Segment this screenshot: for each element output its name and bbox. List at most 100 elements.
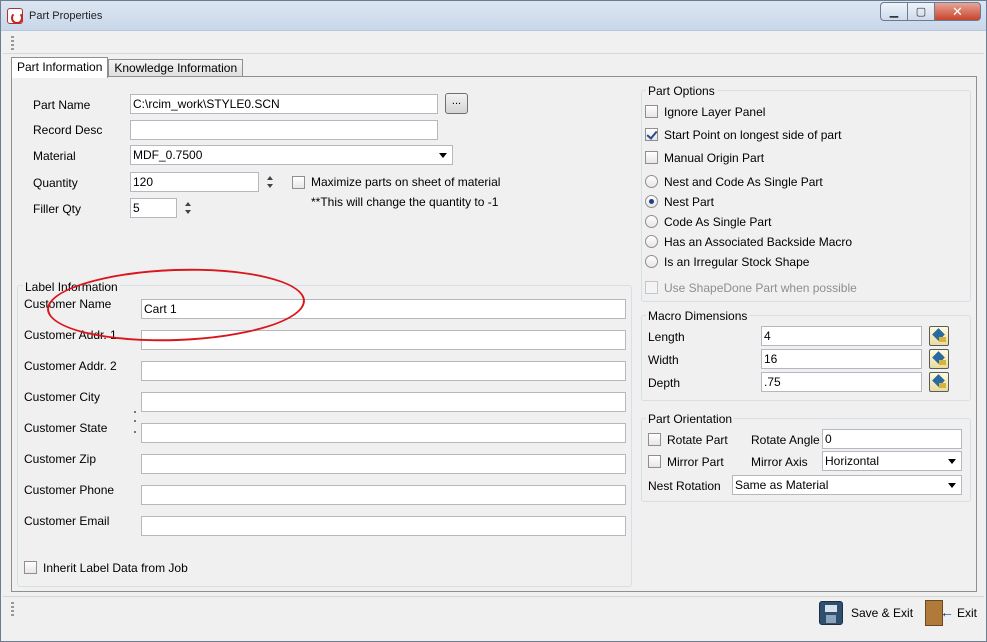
mirror-axis-selected-value: Horizontal xyxy=(825,454,880,468)
tab-part-information[interactable]: Part Information xyxy=(11,57,109,78)
pick-dimension-icon[interactable] xyxy=(929,372,949,392)
material-select[interactable]: MDF_0.7500 xyxy=(130,145,453,165)
part-name-label: Part Name xyxy=(33,98,91,112)
grip-handle-icon[interactable] xyxy=(11,602,14,618)
customer-state-input[interactable] xyxy=(141,423,626,443)
shapedone-label: Use ShapeDone Part when possible xyxy=(664,281,857,295)
action-bar: Save & Exit Exit xyxy=(3,596,984,641)
customer-addr2-input[interactable] xyxy=(141,361,626,381)
customer-zip-label: Customer Zip xyxy=(24,452,97,466)
filler-qty-input[interactable]: 5 xyxy=(130,198,177,218)
save-exit-button[interactable]: Save & Exit xyxy=(819,601,913,625)
customer-phone-input[interactable] xyxy=(141,485,626,505)
nest-rotation-select[interactable]: Same as Material xyxy=(732,475,962,495)
tab-strip: Part Information Knowledge Information xyxy=(11,57,244,78)
macro-dimensions-title: Macro Dimensions xyxy=(646,309,750,323)
mirror-part-checkbox[interactable] xyxy=(648,455,661,468)
inherit-label-text: Inherit Label Data from Job xyxy=(43,561,188,575)
nest-rotation-selected-value: Same as Material xyxy=(735,478,829,492)
title-bar[interactable]: Part Properties ▁ ▢ ✕ xyxy=(1,1,986,31)
start-point-label: Start Point on longest side of part xyxy=(664,128,842,142)
stepper-up-icon[interactable] xyxy=(267,176,273,180)
rotate-part-label: Rotate Part xyxy=(667,433,728,447)
customer-zip-input[interactable] xyxy=(141,454,626,474)
customer-city-label: Customer City xyxy=(24,390,101,404)
width-input[interactable]: 16 xyxy=(761,349,922,369)
manual-origin-checkbox[interactable] xyxy=(645,151,658,164)
toolstrip xyxy=(3,32,984,54)
filler-qty-label: Filler Qty xyxy=(33,202,81,216)
backside-macro-radio[interactable] xyxy=(645,235,658,248)
window-title: Part Properties xyxy=(29,10,103,22)
minimize-button[interactable]: ▁ xyxy=(880,2,907,21)
customer-state-label: Customer State xyxy=(24,421,108,435)
customer-phone-label: Customer Phone xyxy=(24,483,115,497)
backside-macro-label: Has an Associated Backside Macro xyxy=(664,235,853,249)
quantity-stepper[interactable] xyxy=(265,172,277,192)
grip-handle-icon[interactable] xyxy=(11,36,14,50)
maximize-note: **This will change the quantity to -1 xyxy=(311,195,499,209)
save-icon xyxy=(819,601,843,625)
record-desc-input[interactable] xyxy=(130,120,438,140)
chevron-down-icon xyxy=(948,459,956,464)
quantity-input[interactable]: 120 xyxy=(130,172,259,192)
material-selected-value: MDF_0.7500 xyxy=(133,148,203,162)
maximize-parts-label: Maximize parts on sheet of material xyxy=(311,175,501,189)
decorative-dot xyxy=(134,420,136,422)
chevron-down-icon xyxy=(948,483,956,488)
ignore-layer-checkbox[interactable] xyxy=(645,105,658,118)
code-single-radio[interactable] xyxy=(645,215,658,228)
width-label: Width xyxy=(648,353,679,367)
quantity-label: Quantity xyxy=(33,176,78,190)
decorative-dot xyxy=(134,431,136,433)
maximize-parts-checkbox[interactable] xyxy=(292,176,305,189)
material-label: Material xyxy=(33,149,76,163)
app-icon xyxy=(7,8,23,24)
customer-email-input[interactable] xyxy=(141,516,626,536)
save-exit-label: Save & Exit xyxy=(851,606,914,620)
irregular-stock-radio[interactable] xyxy=(645,255,658,268)
nest-code-single-radio[interactable] xyxy=(645,175,658,188)
filler-qty-stepper[interactable] xyxy=(183,198,195,218)
manual-origin-label: Manual Origin Part xyxy=(664,151,765,165)
nest-code-single-label: Nest and Code As Single Part xyxy=(664,175,823,189)
stepper-down-icon[interactable] xyxy=(185,210,191,214)
exit-label: Exit xyxy=(957,606,978,620)
stepper-up-icon[interactable] xyxy=(185,202,191,206)
shapedone-checkbox[interactable] xyxy=(645,281,658,294)
decorative-dot xyxy=(134,411,136,413)
start-point-checkbox[interactable] xyxy=(645,128,658,141)
depth-label: Depth xyxy=(648,376,681,390)
chevron-down-icon xyxy=(439,153,447,158)
part-options-title: Part Options xyxy=(646,84,717,98)
record-desc-label: Record Desc xyxy=(33,123,103,137)
pick-dimension-icon[interactable] xyxy=(929,326,949,346)
length-input[interactable]: 4 xyxy=(761,326,922,346)
pick-dimension-icon[interactable] xyxy=(929,349,949,369)
depth-input[interactable]: .75 xyxy=(761,372,922,392)
part-orientation-title: Part Orientation xyxy=(646,412,735,426)
maximize-button[interactable]: ▢ xyxy=(907,2,934,21)
inherit-label-checkbox[interactable] xyxy=(24,561,37,574)
nest-part-label: Nest Part xyxy=(664,195,715,209)
nest-part-radio[interactable] xyxy=(645,195,658,208)
length-label: Length xyxy=(648,330,685,344)
part-name-input[interactable]: C:\rcim_work\STYLE0.SCN xyxy=(130,94,438,114)
irregular-stock-label: Is an Irregular Stock Shape xyxy=(664,255,810,269)
mirror-axis-select[interactable]: Horizontal xyxy=(822,451,962,471)
rotate-part-checkbox[interactable] xyxy=(648,433,661,446)
code-single-label: Code As Single Part xyxy=(664,215,772,229)
rotate-angle-input[interactable]: 0 xyxy=(822,429,962,449)
customer-email-label: Customer Email xyxy=(24,514,110,528)
browse-button[interactable]: ... xyxy=(445,93,468,114)
ignore-layer-label: Ignore Layer Panel xyxy=(664,105,766,119)
stepper-down-icon[interactable] xyxy=(267,184,273,188)
close-button[interactable]: ✕ xyxy=(934,2,981,21)
exit-button[interactable]: Exit xyxy=(925,600,977,626)
part-properties-window: Part Properties ▁ ▢ ✕ Part Information K… xyxy=(0,0,987,642)
door-exit-icon xyxy=(925,600,954,626)
window-controls: ▁ ▢ ✕ xyxy=(880,2,981,21)
nest-rotation-label: Nest Rotation xyxy=(648,479,721,493)
customer-city-input[interactable] xyxy=(141,392,626,412)
mirror-part-label: Mirror Part xyxy=(667,455,724,469)
